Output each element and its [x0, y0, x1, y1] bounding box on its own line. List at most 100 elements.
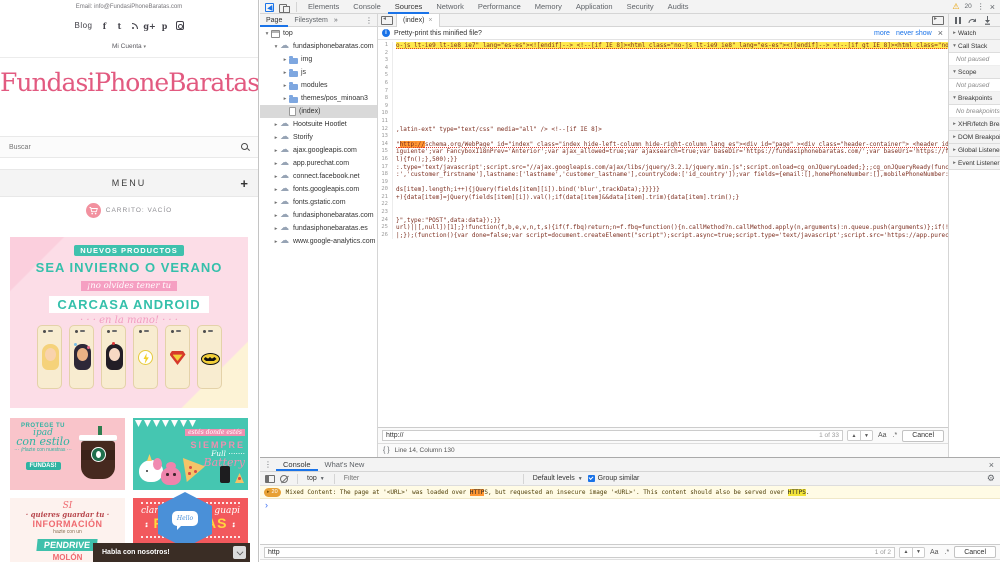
line-number[interactable]: 26	[378, 232, 393, 240]
line-number[interactable]: 18	[378, 171, 393, 179]
tree-item-fundasiphonebaratas-com[interactable]: ▾☁fundasiphonebaratas.com	[260, 40, 377, 53]
triangle-collapsed-icon[interactable]: ▸	[281, 83, 289, 89]
more-tabs-icon[interactable]: »	[334, 17, 338, 24]
file-tab-index[interactable]: (index) ×	[396, 14, 440, 27]
devtools-menu-icon[interactable]: ⋮	[977, 2, 985, 11]
line-number[interactable]: 14	[378, 141, 393, 149]
triangle-collapsed-icon[interactable]: ▸	[281, 70, 289, 76]
console-search-input[interactable]	[268, 549, 875, 556]
triangle-collapsed-icon[interactable]: ▸	[272, 148, 280, 154]
chat-collapse-button[interactable]	[233, 546, 246, 559]
match-case-toggle[interactable]: Aa	[877, 432, 888, 439]
chat-bar[interactable]: Habla con nosotros!	[93, 543, 250, 562]
pause-script-icon[interactable]	[955, 17, 961, 24]
banner-battery[interactable]: estés donde estés SIEMPRE Full ······· B…	[133, 418, 248, 490]
clear-console-icon[interactable]	[280, 475, 288, 483]
tree-item-hootsuite-hootlet[interactable]: ▸☁Hootsuite Hootlet	[260, 118, 377, 131]
tree-item--index-[interactable]: (index)	[260, 105, 377, 118]
tree-item-fundasiphonebaratas-es[interactable]: ▸☁fundasiphonebaratas.es	[260, 222, 377, 235]
group-similar-toggle[interactable]: Group similar	[588, 475, 640, 482]
triangle-collapsed-icon[interactable]: ▸	[951, 134, 958, 140]
triangle-collapsed-icon[interactable]: ▸	[951, 147, 958, 153]
pinterest-icon[interactable]: p	[161, 21, 169, 30]
tree-item-top[interactable]: ▾top	[260, 27, 377, 40]
triangle-collapsed-icon[interactable]: ▸	[272, 200, 280, 206]
line-number[interactable]: 1	[378, 42, 393, 50]
line-number[interactable]: 12	[378, 126, 393, 134]
line-number[interactable]: 11	[378, 118, 393, 126]
account-menu[interactable]: Mi Cuenta ▾	[0, 43, 258, 50]
triangle-expanded-icon[interactable]: ▾	[951, 69, 958, 75]
step-over-icon[interactable]	[968, 17, 977, 25]
sidebar-section-dom-breakpoints[interactable]: ▸DOM Breakpoints	[949, 131, 1000, 144]
twitter-icon[interactable]: t	[116, 21, 124, 30]
sidebar-section-breakpoints[interactable]: ▾Breakpoints	[949, 92, 1000, 105]
line-number[interactable]: 2	[378, 50, 393, 58]
search-next-icon[interactable]: ▼	[860, 431, 872, 440]
console-warning-message[interactable]: ▸ 20 Mixed Content: The page at '<URL>' …	[260, 486, 1000, 499]
tab-whats-new[interactable]: What's New	[318, 458, 372, 471]
tree-item-storify[interactable]: ▸☁Storify	[260, 131, 377, 144]
editor-search-input[interactable]	[386, 432, 819, 439]
sidebar-section-event-listener-breakpoints[interactable]: ▸Event Listener Breakpoints	[949, 157, 1000, 170]
sidebar-toggle-icon[interactable]	[932, 16, 944, 25]
devtools-tab-console[interactable]: Console	[346, 0, 388, 14]
sidebar-section-scope[interactable]: ▾Scope	[949, 66, 1000, 79]
devtools-close-icon[interactable]: ×	[990, 2, 995, 12]
triangle-collapsed-icon[interactable]: ▸	[272, 174, 280, 180]
search-previous-icon[interactable]: ▲	[848, 431, 860, 440]
console-prompt[interactable]: ›	[260, 499, 1000, 511]
navigator-toggle-icon[interactable]	[381, 16, 393, 25]
context-selector[interactable]: top▼	[307, 475, 325, 482]
search-next-icon[interactable]: ▼	[912, 548, 924, 557]
blog-link[interactable]: Blog	[74, 21, 92, 30]
line-number[interactable]: 5	[378, 72, 393, 80]
devtools-tab-application[interactable]: Application	[569, 0, 620, 14]
line-number[interactable]: 10	[378, 110, 393, 118]
tree-item-fundasiphonebaratas-com[interactable]: ▸☁fundasiphonebaratas.com	[260, 209, 377, 222]
triangle-expanded-icon[interactable]: ▾	[263, 31, 271, 37]
triangle-collapsed-icon[interactable]: ▸	[951, 160, 958, 166]
devtools-tab-network[interactable]: Network	[429, 0, 471, 14]
line-number[interactable]: 4	[378, 65, 393, 73]
log-levels-selector[interactable]: Default levels▼	[533, 475, 583, 482]
line-number[interactable]: 19	[378, 179, 393, 187]
triangle-collapsed-icon[interactable]: ▸	[272, 122, 280, 128]
line-number[interactable]: 20	[378, 186, 393, 194]
hero-banner[interactable]: NUEVOS PRODUCTOS SEA INVIERNO O VERANO ¡…	[10, 237, 248, 408]
tree-item-themes-pos-minoan3[interactable]: ▸themes/pos_minoan3	[260, 92, 377, 105]
warning-icon[interactable]: ⚠	[952, 2, 959, 11]
line-number[interactable]: 16	[378, 156, 393, 164]
triangle-expanded-icon[interactable]: ▾	[951, 95, 958, 101]
line-number[interactable]: 6	[378, 80, 393, 88]
line-number[interactable]: 23	[378, 209, 393, 217]
regex-toggle[interactable]: .*	[944, 549, 951, 556]
line-number[interactable]: 15	[378, 148, 393, 156]
console-filter-input[interactable]	[344, 475, 514, 482]
triangle-collapsed-icon[interactable]: ▸	[281, 57, 289, 63]
devtools-tab-memory[interactable]: Memory	[528, 0, 569, 14]
sidebar-section-xhr-fetch-breakpoints[interactable]: ▸XHR/fetch Breakpoints	[949, 118, 1000, 131]
devtools-tab-security[interactable]: Security	[620, 0, 661, 14]
tab-page[interactable]: Page	[260, 15, 288, 27]
tree-item-ajax-googleapis-com[interactable]: ▸☁ajax.googleapis.com	[260, 144, 377, 157]
drawer-menu-icon[interactable]: ⋮	[260, 460, 276, 469]
tree-item-img[interactable]: ▸img	[260, 53, 377, 66]
search-icon[interactable]	[241, 143, 249, 151]
triangle-collapsed-icon[interactable]: ▸	[272, 239, 280, 245]
site-logo[interactable]: FundasiPhoneBaratas	[0, 68, 258, 97]
console-settings-icon[interactable]: ⚙	[987, 474, 995, 484]
line-number[interactable]: 8	[378, 95, 393, 103]
triangle-collapsed-icon[interactable]: ▸	[272, 187, 280, 193]
cart-status[interactable]: CARRITO: VACÍO	[0, 203, 258, 218]
pretty-print-icon[interactable]: { }	[383, 447, 390, 454]
line-number[interactable]: 13	[378, 133, 393, 141]
console-sidebar-icon[interactable]	[265, 475, 275, 483]
triangle-expanded-icon[interactable]: ▾	[272, 44, 280, 50]
line-number[interactable]: 17	[378, 164, 393, 172]
triangle-collapsed-icon[interactable]: ▸	[951, 121, 958, 127]
triangle-collapsed-icon[interactable]: ▸	[951, 30, 958, 36]
tree-item-js[interactable]: ▸js	[260, 66, 377, 79]
search-previous-icon[interactable]: ▲	[900, 548, 912, 557]
navigator-menu-icon[interactable]: ⋮	[365, 16, 377, 25]
